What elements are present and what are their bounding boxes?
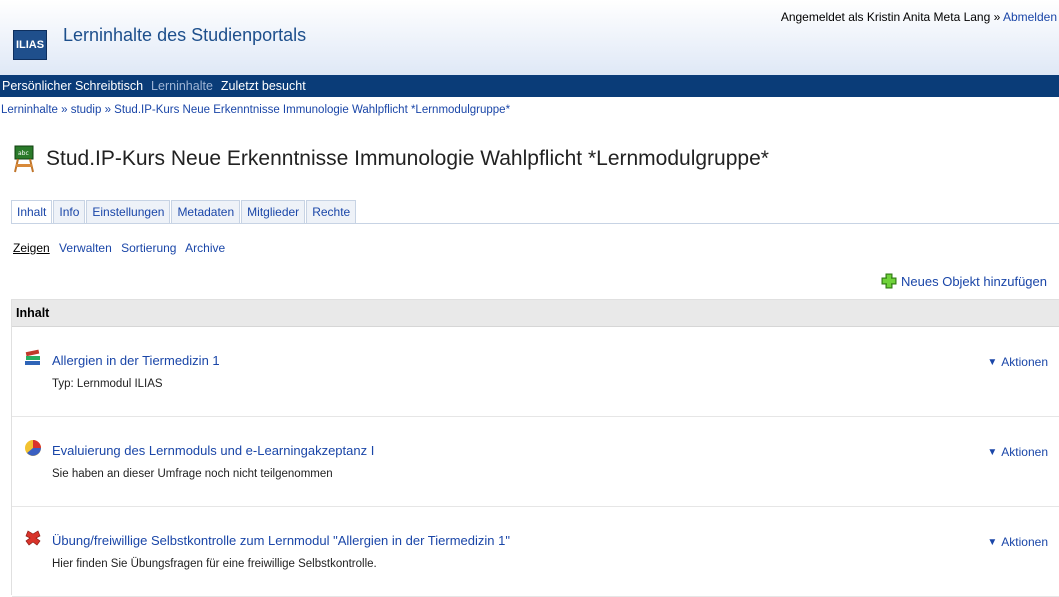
tab-inhalt[interactable]: Inhalt xyxy=(11,200,53,224)
content-list-header: Inhalt xyxy=(12,300,1059,327)
item-description: Typ: Lernmodul ILIAS xyxy=(52,378,163,390)
nav-recently-visited[interactable]: Zuletzt besucht xyxy=(220,79,306,93)
actions-dropdown[interactable]: ▼ Aktionen xyxy=(987,535,1048,549)
item-description: Sie haben an dieser Umfrage noch nicht t… xyxy=(52,468,333,480)
tab-einstellungen[interactable]: Einstellungen xyxy=(86,200,171,224)
actions-label: Aktionen xyxy=(1001,445,1048,459)
item-title-link[interactable]: Übung/freiwillige Selbstkontrolle zum Le… xyxy=(52,533,510,548)
caret-down-icon: ▼ xyxy=(987,356,998,368)
tab-rechte[interactable]: Rechte xyxy=(306,200,357,224)
add-new-object-button[interactable]: Neues Objekt hinzufügen xyxy=(881,273,1047,289)
plus-icon xyxy=(881,273,897,289)
main-nav: Persönlicher Schreibtisch Lerninhalte Zu… xyxy=(0,75,1059,97)
learning-module-icon xyxy=(25,349,40,365)
logged-in-as-text: Angemeldet als Kristin Anita Meta Lang » xyxy=(780,10,1003,24)
header: ILIAS Lerninhalte des Studienportals Ang… xyxy=(0,0,1059,75)
content-list: Inhalt Allergien in der Tiermedizin 1 Ty… xyxy=(11,299,1059,597)
course-group-icon: abc xyxy=(14,145,34,173)
item-description: Hier finden Sie Übungsfragen für eine fr… xyxy=(52,558,377,570)
list-item: Allergien in der Tiermedizin 1 Typ: Lern… xyxy=(12,327,1059,417)
sub-tabs: Zeigen Verwalten Sortierung Archive xyxy=(13,241,231,255)
subtab-verwalten[interactable]: Verwalten xyxy=(59,241,112,255)
add-new-object-label: Neues Objekt hinzufügen xyxy=(901,273,1047,289)
ilias-logo[interactable]: ILIAS xyxy=(13,30,47,60)
subtab-sortierung[interactable]: Sortierung xyxy=(121,241,176,255)
tab-divider xyxy=(11,223,1059,224)
test-icon xyxy=(25,530,41,546)
list-item: Evaluierung des Lernmoduls und e-Learnin… xyxy=(12,417,1059,507)
item-title-link[interactable]: Allergien in der Tiermedizin 1 xyxy=(52,353,220,368)
svg-text:abc: abc xyxy=(18,150,29,157)
nav-personal-desktop[interactable]: Persönlicher Schreibtisch xyxy=(1,79,143,93)
page-title: Stud.IP-Kurs Neue Erkenntnisse Immunolog… xyxy=(46,147,769,170)
caret-down-icon: ▼ xyxy=(987,446,998,458)
tab-bar: Inhalt Info Einstellungen Metadaten Mitg… xyxy=(11,200,357,224)
actions-label: Aktionen xyxy=(1001,535,1048,549)
user-info: Angemeldet als Kristin Anita Meta Lang »… xyxy=(781,10,1057,24)
logout-link[interactable]: Abmelden xyxy=(1003,10,1057,24)
actions-dropdown[interactable]: ▼ Aktionen xyxy=(987,445,1048,459)
tab-metadaten[interactable]: Metadaten xyxy=(171,200,241,224)
actions-dropdown[interactable]: ▼ Aktionen xyxy=(987,355,1048,369)
list-item: Übung/freiwillige Selbstkontrolle zum Le… xyxy=(12,507,1059,597)
tab-mitglieder[interactable]: Mitglieder xyxy=(241,200,306,224)
survey-icon xyxy=(25,440,41,456)
nav-learning-content[interactable]: Lerninhalte xyxy=(150,79,213,93)
actions-label: Aktionen xyxy=(1001,355,1048,369)
page-header: abc Stud.IP-Kurs Neue Erkenntnisse Immun… xyxy=(14,144,769,174)
tab-info[interactable]: Info xyxy=(53,200,86,224)
site-title: Lerninhalte des Studienportals xyxy=(63,25,307,45)
caret-down-icon: ▼ xyxy=(987,536,998,548)
item-title-link[interactable]: Evaluierung des Lernmoduls und e-Learnin… xyxy=(52,443,374,458)
subtab-zeigen[interactable]: Zeigen xyxy=(13,241,50,255)
breadcrumb[interactable]: Lerninhalte » studip » Stud.IP-Kurs Neue… xyxy=(1,104,510,116)
subtab-archive[interactable]: Archive xyxy=(185,241,225,255)
